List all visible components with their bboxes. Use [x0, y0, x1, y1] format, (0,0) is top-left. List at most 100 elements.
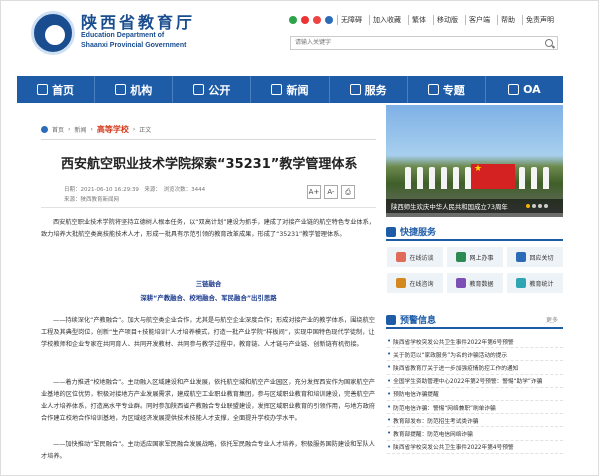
quick-office-button[interactable]: 网上办事 [447, 247, 503, 267]
breadcrumb-current[interactable]: 高等学校 [97, 124, 129, 135]
client-link[interactable]: 客户端 [465, 15, 493, 25]
slider-dot[interactable] [538, 204, 542, 208]
bullet-icon: • [387, 350, 392, 359]
data-icon [456, 278, 467, 288]
mobile-link[interactable]: 移动版 [433, 15, 461, 25]
notice-text: 教育部发布：防范招生考试类诈骗 [393, 418, 479, 425]
article-area: 首页 › 新闻 › 高等学校 › 正文 西安航空职业技术学院探索“35231”教… [41, 119, 376, 475]
breadcrumb-news[interactable]: 新闻 [74, 125, 86, 134]
search-box [290, 36, 558, 50]
bullet-icon: • [387, 363, 392, 372]
page: 陕西省教育厅 Education Department of Shaanxi P… [0, 0, 599, 476]
quick-service-grid: 在线访谈 网上办事 回应关切 在线咨询 教育数据 教育统计 [387, 247, 563, 293]
slider-dot[interactable] [532, 204, 536, 208]
nav-home[interactable]: 首页 [17, 76, 96, 103]
home-icon [41, 126, 48, 133]
nav-service[interactable]: 服务 [330, 76, 408, 103]
quick-data-button[interactable]: 教育数据 [447, 273, 503, 293]
font-increase-button[interactable]: A+ [307, 185, 321, 199]
performer [441, 167, 447, 189]
quick-label: 在线访谈 [409, 254, 434, 262]
nav-label: 专题 [442, 83, 465, 97]
quick-stats-button[interactable]: 教育统计 [507, 273, 563, 293]
main-nav: 首页 机构 公开 新闻 服务 专题 OA [17, 76, 563, 103]
more-link[interactable]: 更多 [546, 315, 558, 324]
notice-item[interactable]: • 预防电信诈骗提醒 [387, 388, 563, 401]
quick-label: 在线咨询 [409, 280, 434, 288]
bullet-icon: • [387, 442, 392, 451]
notice-label: 预警信息 [400, 316, 437, 326]
performer [543, 167, 549, 189]
site-name-en-2: Shaanxi Provincial Government [81, 42, 187, 49]
bullet-icon: • [387, 403, 392, 412]
bookmark-link[interactable]: 加入收藏 [369, 15, 404, 25]
interview-icon [396, 252, 407, 262]
service-icon [349, 84, 361, 95]
nav-oa[interactable]: OA [486, 76, 563, 103]
slider-dot[interactable] [544, 204, 548, 208]
notice-item[interactable]: • 全国学生资助管理中心2022年第2号预警：警惕“助学”诈骗 [387, 375, 563, 388]
search-input[interactable] [295, 37, 525, 49]
header: 陕西省教育厅 Education Department of Shaanxi P… [1, 1, 598, 71]
article-paragraph-1: 西安航空职业技术学院将坚持立德树人根本任务，以“双高计划”建设为抓手，建成了对接… [41, 219, 375, 238]
divider [41, 139, 376, 140]
notice-item[interactable]: • 关于防范以“家政服务”为名的诈骗活动的提示 [387, 348, 563, 362]
print-icon[interactable]: ⎙ [341, 185, 355, 199]
breadcrumb-sep-2: › [90, 126, 93, 133]
app-icon[interactable] [325, 16, 333, 24]
nav-org[interactable]: 机构 [95, 76, 174, 103]
traditional-link[interactable]: 繁体 [408, 15, 429, 25]
breadcrumb-home[interactable]: 首页 [52, 125, 64, 134]
bullet-icon: • [387, 337, 392, 346]
slider-dot[interactable] [526, 204, 530, 208]
section-underline [386, 327, 563, 329]
search-icon[interactable] [545, 39, 553, 47]
logo[interactable] [31, 11, 75, 55]
performer [417, 167, 423, 189]
disclaimer-link[interactable]: 免责声明 [522, 15, 557, 25]
douyin-icon[interactable] [313, 16, 321, 24]
font-decrease-button[interactable]: A- [324, 185, 338, 199]
section-underline [386, 239, 563, 241]
nav-public[interactable]: 公开 [173, 76, 252, 103]
performer [405, 167, 411, 189]
article-meta: 日期：2021-06-10 16:29:39 来源： 浏览次数：3444 [64, 187, 206, 193]
accessibility-link[interactable]: 无障碍 [337, 15, 365, 25]
quick-label: 网上办事 [469, 254, 494, 262]
nav-news[interactable]: 新闻 [251, 76, 330, 103]
quick-label: 教育数据 [469, 280, 494, 288]
notice-item[interactable]: • 陕西省教育厅关于进一步加强疫情防控工作的通知 [387, 361, 563, 375]
help-link[interactable]: 帮助 [497, 15, 518, 25]
quick-response-button[interactable]: 回应关切 [507, 247, 563, 267]
wechat-icon[interactable] [289, 16, 297, 24]
nav-label: 新闻 [286, 83, 309, 97]
notice-text: 预防电信诈骗提醒 [393, 392, 439, 399]
quick-interview-button[interactable]: 在线访谈 [387, 247, 443, 267]
quick-label: 回应关切 [529, 254, 554, 262]
nav-topic[interactable]: 专题 [408, 76, 486, 103]
notice-text: 陕西省学校突发公共卫生事件2022年第6号预警 [393, 339, 514, 346]
topic-icon [427, 84, 439, 95]
slider-caption[interactable]: 陕西师生欢庆中华人民共和国成立73周年 [391, 202, 508, 211]
quick-service-title: 快捷服务 [386, 225, 436, 238]
notice-text: 防范电信诈骗：警惕“网络兼职”刷单诈骗 [393, 405, 496, 412]
flag-icon [471, 164, 515, 189]
bullet-icon: • [387, 389, 392, 398]
notice-item[interactable]: • 教育部发布：防范招生考试类诈骗 [387, 414, 563, 428]
font-controls: A+ A- ⎙ [307, 185, 355, 199]
building-icon [115, 84, 127, 95]
notice-text: 教育部提醒：防范电信网络诈骗 [393, 431, 473, 438]
notice-item[interactable]: • 陕西省学校突发公共卫生事件2022年第4号预警 [387, 441, 563, 454]
quick-consult-button[interactable]: 在线咨询 [387, 273, 443, 293]
performer [519, 167, 525, 189]
notice-item[interactable]: • 教育部提醒：防范电信网络诈骗 [387, 427, 563, 441]
breadcrumb-sep-1: › [68, 126, 71, 133]
bullet-icon: • [387, 376, 392, 385]
article-paragraph-2: ——持续深化“产教融合”。加大与航空类企业合作，尤其是与航空企业深度合作；形成对… [41, 317, 375, 348]
section-subheading: 深耕“产教融合、校地融合、军民融合”出引思路 [140, 294, 277, 302]
notice-item[interactable]: • 防范电信诈骗：警惕“网络兼职”刷单诈骗 [387, 401, 563, 415]
nav-label: 首页 [52, 83, 75, 97]
notice-text: 关于防范以“家政服务”为名的诈骗活动的提示 [393, 352, 508, 359]
notice-item[interactable]: • 陕西省学校突发公共卫生事件2022年第6号预警 [387, 335, 563, 349]
weibo-icon[interactable] [301, 16, 309, 24]
